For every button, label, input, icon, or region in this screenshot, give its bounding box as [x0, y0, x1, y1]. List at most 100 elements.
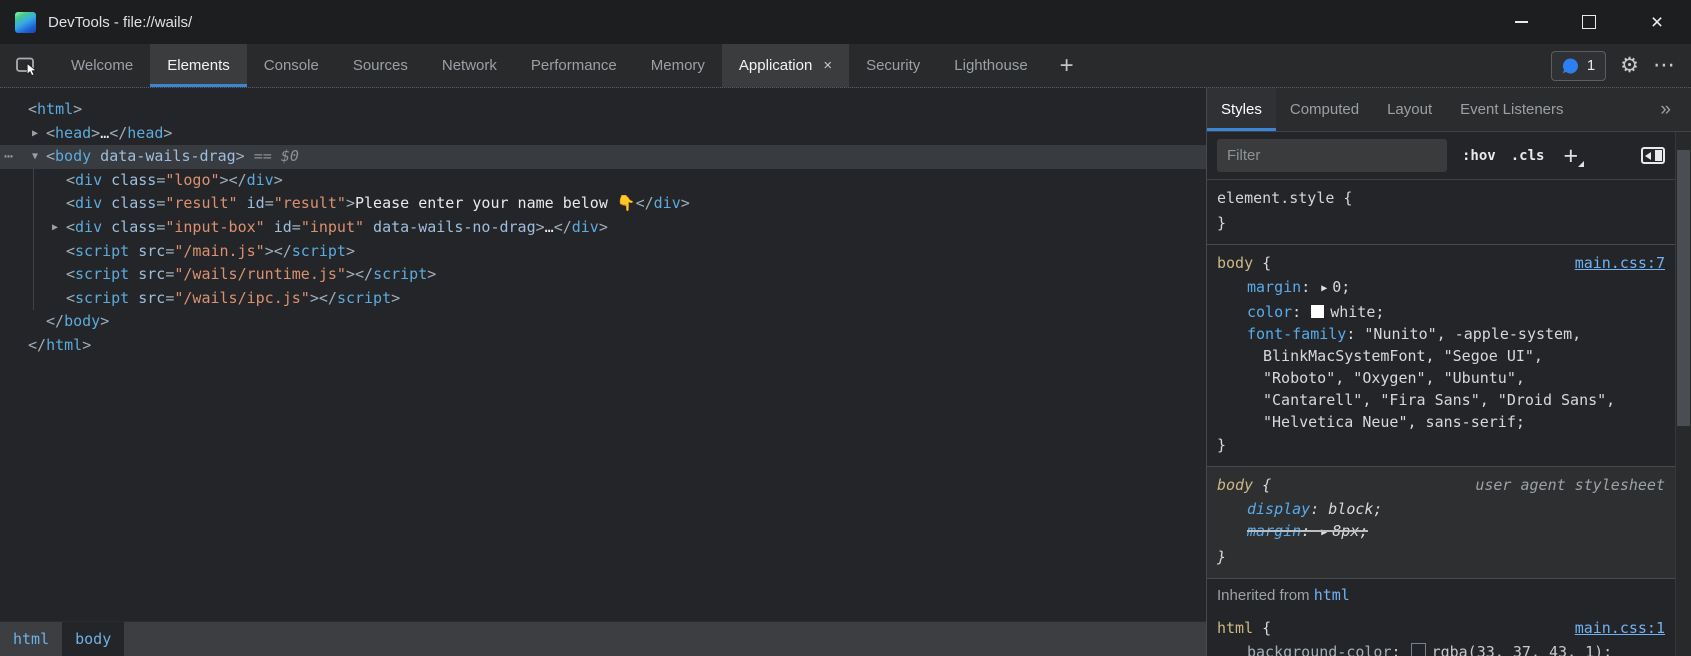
- property-colon: :: [1292, 303, 1310, 321]
- add-tab-button[interactable]: +: [1045, 44, 1089, 87]
- dom-node-div-logo[interactable]: <div class="logo"></div>: [0, 169, 1206, 193]
- sidebar-tab-event-listeners[interactable]: Event Listeners: [1446, 88, 1577, 131]
- toolbar-right-cluster: 1 ⚙ ⋯: [1551, 44, 1691, 87]
- settings-gear-icon[interactable]: ⚙: [1620, 55, 1639, 76]
- sidebar-body: :hov .cls + element.style {} body { main.c…: [1207, 132, 1691, 656]
- dom-node-div-input-box[interactable]: ▶<div class="input-box" id="input" data-…: [0, 216, 1206, 240]
- close-button[interactable]: ×: [1623, 0, 1691, 44]
- dom-node-html-close[interactable]: </html>: [0, 334, 1206, 358]
- css-property-color[interactable]: color: white;: [1217, 301, 1665, 323]
- minimize-button[interactable]: [1487, 0, 1555, 44]
- computed-styles-sidebar-toggle-icon[interactable]: [1641, 147, 1665, 164]
- dom-node-div-result[interactable]: <div class="result" id="result">Please e…: [0, 192, 1206, 216]
- tab-welcome[interactable]: Welcome: [54, 44, 150, 87]
- property-name: margin: [1247, 522, 1301, 540]
- property-name: font-family: [1247, 325, 1346, 343]
- tab-application[interactable]: Application×: [722, 44, 849, 87]
- property-colon: :: [1392, 643, 1410, 656]
- rule-selector-line: body { main.css:7: [1217, 251, 1665, 276]
- property-value-wrap-line: "Roboto", "Oxygen", "Ubuntu",: [1217, 367, 1665, 389]
- tab-network[interactable]: Network: [425, 44, 514, 87]
- dom-node-html-open[interactable]: <html>: [0, 98, 1206, 122]
- sidebar-tab-computed[interactable]: Computed: [1276, 88, 1373, 131]
- stylesheet-source-link[interactable]: main.css:1: [1575, 616, 1665, 641]
- property-colon: :: [1346, 325, 1364, 343]
- color-swatch[interactable]: [1411, 643, 1426, 656]
- css-property-display[interactable]: display: block;: [1217, 498, 1665, 520]
- style-rule-2-body: body {user agent stylesheetdisplay: bloc…: [1207, 467, 1675, 579]
- rule-selector[interactable]: html: [1217, 616, 1253, 641]
- close-icon: ×: [1651, 12, 1663, 33]
- dom-node-text: <div class="input-box" id="input" data-w…: [66, 218, 608, 236]
- breadcrumb-html[interactable]: html: [0, 622, 62, 656]
- sidebar-tab-layout[interactable]: Layout: [1373, 88, 1446, 131]
- more-options-icon[interactable]: ⋯: [1653, 55, 1675, 77]
- css-property-margin[interactable]: margin: ▶0;: [1217, 276, 1665, 301]
- css-property-background-color[interactable]: background-color: rgba(33, 37, 43, 1);: [1217, 641, 1665, 656]
- tab-console[interactable]: Console: [247, 44, 336, 87]
- dom-node-script-main[interactable]: <script src="/main.js"></script>: [0, 240, 1206, 264]
- tab-elements[interactable]: Elements: [150, 44, 247, 87]
- maximize-button[interactable]: [1555, 0, 1623, 44]
- tab-lighthouse[interactable]: Lighthouse: [937, 44, 1044, 87]
- sidebar-tabs-overflow-icon[interactable]: »: [1660, 88, 1691, 131]
- breadcrumb-body[interactable]: body: [62, 622, 124, 656]
- breadcrumb: htmlbody: [0, 621, 1206, 656]
- dom-node-script-runtime[interactable]: <script src="/wails/runtime.js"></script…: [0, 263, 1206, 287]
- toggle-element-state-hov[interactable]: :hov: [1462, 148, 1496, 164]
- tab-memory[interactable]: Memory: [634, 44, 722, 87]
- dom-node-body-open[interactable]: ⋯▼<body data-wails-drag> == $0: [0, 145, 1206, 169]
- inspect-icon: [15, 55, 39, 77]
- elements-panel: <html>▶<head>…</head>⋯▼<body data-wails-…: [0, 88, 1206, 656]
- color-swatch[interactable]: [1311, 305, 1324, 318]
- dom-node-text: <div class="logo"></div>: [66, 171, 283, 189]
- style-rule-1-body: body {main.css:7margin: ▶0;color: white;…: [1207, 245, 1675, 467]
- issues-counter-button[interactable]: 1: [1551, 51, 1606, 81]
- styles-scrollbar[interactable]: [1675, 132, 1691, 656]
- node-more-actions-icon[interactable]: ⋯: [4, 145, 14, 169]
- style-rule-0-element-style: element.style {}: [1207, 180, 1675, 245]
- toggle-class-cls[interactable]: .cls: [1511, 148, 1545, 164]
- inherited-from-header: Inherited from html: [1207, 579, 1675, 612]
- css-property-margin[interactable]: margin: ▶8px;: [1217, 520, 1665, 545]
- property-value: 0;: [1332, 278, 1350, 296]
- styles-filter-input[interactable]: [1217, 139, 1447, 172]
- overridden-declaration: margin: ▶8px;: [1247, 520, 1368, 545]
- open-brace: {: [1334, 186, 1352, 211]
- css-property-font-family[interactable]: font-family: "Nunito", -apple-system,: [1217, 323, 1665, 345]
- maximize-icon: [1582, 15, 1596, 29]
- style-rule-4-html: html {main.css:1background-color: rgba(3…: [1207, 612, 1675, 656]
- dom-node-text: <div class="result" id="result">Please e…: [66, 194, 690, 212]
- sidebar-tabs: StylesComputedLayoutEvent Listeners »: [1207, 88, 1691, 132]
- expand-arrow-icon[interactable]: ▶: [28, 122, 42, 146]
- rule-selector[interactable]: element.style: [1217, 186, 1334, 211]
- inspect-element-button[interactable]: [0, 44, 54, 87]
- tab-security[interactable]: Security: [849, 44, 937, 87]
- dom-node-head[interactable]: ▶<head>…</head>: [0, 122, 1206, 146]
- devtools-toolbar: WelcomeElementsConsole Sources NetworkPerf…: [0, 44, 1691, 88]
- expand-arrow-icon[interactable]: ▶: [48, 216, 62, 240]
- rule-selector[interactable]: body: [1217, 251, 1253, 276]
- sidebar-tab-styles[interactable]: Styles: [1207, 88, 1276, 131]
- expand-value-arrow-icon[interactable]: ▶: [1321, 278, 1327, 300]
- rule-selector[interactable]: body: [1217, 473, 1253, 498]
- tab-close-icon[interactable]: ×: [823, 57, 832, 74]
- scrollbar-thumb[interactable]: [1677, 150, 1690, 426]
- open-brace: {: [1253, 473, 1271, 498]
- tab-sources[interactable]: Sources: [336, 44, 425, 87]
- dom-node-body-close[interactable]: </body>: [0, 310, 1206, 334]
- property-value-wrap-line: "Helvetica Neue", sans-serif;: [1217, 411, 1665, 433]
- property-name: background-color: [1247, 643, 1392, 656]
- property-value: white;: [1330, 303, 1384, 321]
- inherited-node-link[interactable]: html: [1314, 586, 1350, 604]
- tab-performance[interactable]: Performance: [514, 44, 634, 87]
- title-bar: DevTools - file://wails/ ×: [0, 0, 1691, 44]
- stylesheet-source-link[interactable]: main.css:7: [1575, 251, 1665, 276]
- dom-node-script-ipc[interactable]: <script src="/wails/ipc.js"></script>: [0, 287, 1206, 311]
- devtools-window: DevTools - file://wails/ × WelcomeElemen…: [0, 0, 1691, 656]
- tab-label: Sources: [353, 57, 408, 74]
- collapse-arrow-icon[interactable]: ▼: [28, 145, 42, 169]
- expand-value-arrow-icon[interactable]: ▶: [1321, 522, 1327, 544]
- open-brace: {: [1253, 251, 1271, 276]
- new-style-rule-button[interactable]: +: [1563, 146, 1578, 166]
